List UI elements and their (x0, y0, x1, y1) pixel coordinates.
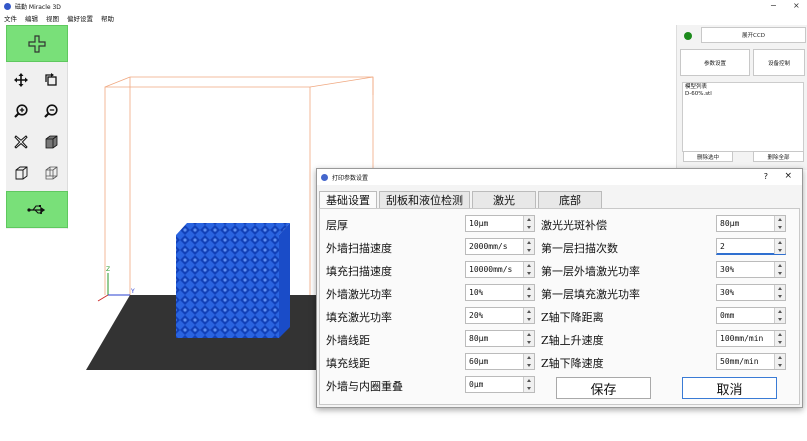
outer-wall-spacing-label: 外墙线距 (326, 334, 370, 347)
spot-compensation-input[interactable]: 80μm (716, 215, 786, 232)
fill-power-input[interactable]: 20% (465, 307, 535, 324)
connection-status-icon (684, 32, 692, 40)
outer-wall-power-input[interactable]: 10% (465, 284, 535, 301)
first-layer-wall-power-label: 第一层外墙激光功率 (541, 265, 640, 278)
fill-power-label: 填充激光功率 (326, 311, 392, 324)
axis-y-label: Y (130, 288, 135, 295)
box-wire-icon (15, 166, 28, 180)
help-button[interactable]: ? (764, 172, 768, 181)
add-model-button[interactable] (6, 25, 68, 62)
first-layer-scans-label: 第一层扫描次数 (541, 242, 618, 255)
first-layer-wall-power-input[interactable]: 30% (716, 261, 786, 278)
title-bar: 磁勤 Miracle 3D − × (0, 0, 807, 13)
minimize-button[interactable]: − (770, 1, 777, 10)
menu-help[interactable]: 帮助 (97, 13, 118, 25)
model-list-item[interactable]: D-60%.stl (685, 91, 801, 98)
dialog-app-icon (321, 173, 328, 181)
outer-wall-speed-input[interactable]: 2000mm/s (465, 238, 535, 255)
dialog-title: 打印参数设置 (332, 174, 369, 182)
z-rise-speed-label: Z轴上升速度 (541, 334, 604, 347)
wireframe-view-button[interactable] (10, 163, 32, 183)
wall-overlap-label: 外墙与内圈重叠 (326, 380, 403, 393)
model-list-title: 模型列表 (685, 84, 708, 90)
device-control-button[interactable]: 设备控制 (753, 49, 805, 76)
save-button[interactable]: 保存 (556, 377, 651, 399)
z-drop-distance-input[interactable]: 0mm (716, 307, 786, 324)
basic-settings-panel: 层厚 10μm 外墙扫描速度 2000mm/s 填充扫描速度 10000mm/s… (319, 208, 800, 405)
z-drop-distance-label: Z轴下降距离 (541, 311, 604, 324)
layer-thickness-input[interactable]: 10μm (465, 215, 535, 232)
fill-speed-input[interactable]: 10000mm/s (465, 261, 535, 278)
move-tool-button[interactable] (10, 70, 32, 90)
first-layer-fill-power-label: 第一层填充激光功率 (541, 288, 640, 301)
close-window-button[interactable]: × (793, 1, 800, 10)
delete-selected-button[interactable]: 删除选中 (683, 151, 733, 162)
menu-view[interactable]: 视图 (42, 13, 63, 25)
settings-tabs: 基础设置 刮板和液位检测 激光 底部 (319, 191, 604, 208)
tab-laser[interactable]: 激光 (472, 191, 536, 208)
axis-z-label: Z (106, 266, 110, 273)
tab-bottom[interactable]: 底部 (538, 191, 602, 208)
zoom-in-button[interactable] (10, 101, 32, 121)
first-layer-fill-power-input[interactable]: 30% (716, 284, 786, 301)
z-drop-speed-input[interactable]: 50mm/min (716, 353, 786, 370)
fill-spacing-input[interactable]: 60μm (465, 353, 535, 370)
layer-thickness-label: 层厚 (326, 219, 348, 232)
solid-view-button[interactable] (40, 132, 62, 152)
delete-all-button[interactable]: 删除全部 (753, 151, 804, 162)
model-cube[interactable] (176, 223, 290, 338)
fill-spacing-label: 填充线距 (326, 357, 370, 370)
outline-view-button[interactable] (40, 163, 62, 183)
tab-basic[interactable]: 基础设置 (319, 191, 377, 208)
model-list[interactable]: 模型列表 D-60%.stl (682, 82, 804, 152)
z-drop-speed-label: Z轴下降速度 (541, 357, 604, 370)
plus-icon (28, 34, 46, 53)
tab-scraper-level[interactable]: 刮板和液位检测 (379, 191, 470, 208)
box-outline-icon (45, 166, 58, 180)
outer-wall-speed-label: 外墙扫描速度 (326, 242, 392, 255)
app-logo-icon (4, 3, 11, 10)
wall-overlap-input[interactable]: 0μm (465, 376, 535, 393)
right-panel: 展开CCD 参数设置 设备控制 模型列表 D-60%.stl 删除选中 删除全部 (676, 25, 807, 170)
usb-connect-button[interactable] (6, 191, 68, 228)
menu-file[interactable]: 文件 (0, 13, 21, 25)
outer-wall-power-label: 外墙激光功率 (326, 288, 392, 301)
zoom-out-icon (44, 104, 58, 118)
param-settings-button[interactable]: 参数设置 (680, 49, 750, 76)
usb-icon (27, 204, 46, 214)
menu-edit[interactable]: 编辑 (21, 13, 42, 25)
delete-icon (14, 135, 28, 149)
first-layer-scans-input[interactable]: 2 (716, 238, 786, 255)
rotate-icon (45, 73, 57, 86)
outer-wall-spacing-input[interactable]: 80μm (465, 330, 535, 347)
left-toolbar (6, 25, 68, 229)
rotate-tool-button[interactable] (40, 70, 62, 90)
spot-compensation-label: 激光光斑补偿 (541, 219, 607, 232)
zoom-out-button[interactable] (40, 101, 62, 121)
move-icon (14, 73, 28, 87)
menu-preferences[interactable]: 偏好设置 (63, 13, 97, 25)
menu-bar: 文件 编辑 视图 偏好设置 帮助 (0, 13, 118, 25)
cancel-button[interactable]: 取消 (682, 377, 777, 399)
dialog-title-bar: 打印参数设置 ? × (317, 169, 802, 185)
box-icon (45, 135, 58, 149)
delete-model-button[interactable] (10, 132, 32, 152)
expand-ccd-button[interactable]: 展开CCD (701, 27, 806, 43)
dialog-close-button[interactable]: × (784, 171, 792, 181)
zoom-in-icon (14, 104, 28, 118)
window-title: 磁勤 Miracle 3D (15, 4, 61, 11)
axis-indicator (97, 273, 130, 302)
fill-speed-label: 填充扫描速度 (326, 265, 392, 278)
print-settings-dialog: 打印参数设置 ? × 基础设置 刮板和液位检测 激光 底部 层厚 10μm 外墙… (316, 168, 803, 408)
z-rise-speed-input[interactable]: 100mm/min (716, 330, 786, 347)
